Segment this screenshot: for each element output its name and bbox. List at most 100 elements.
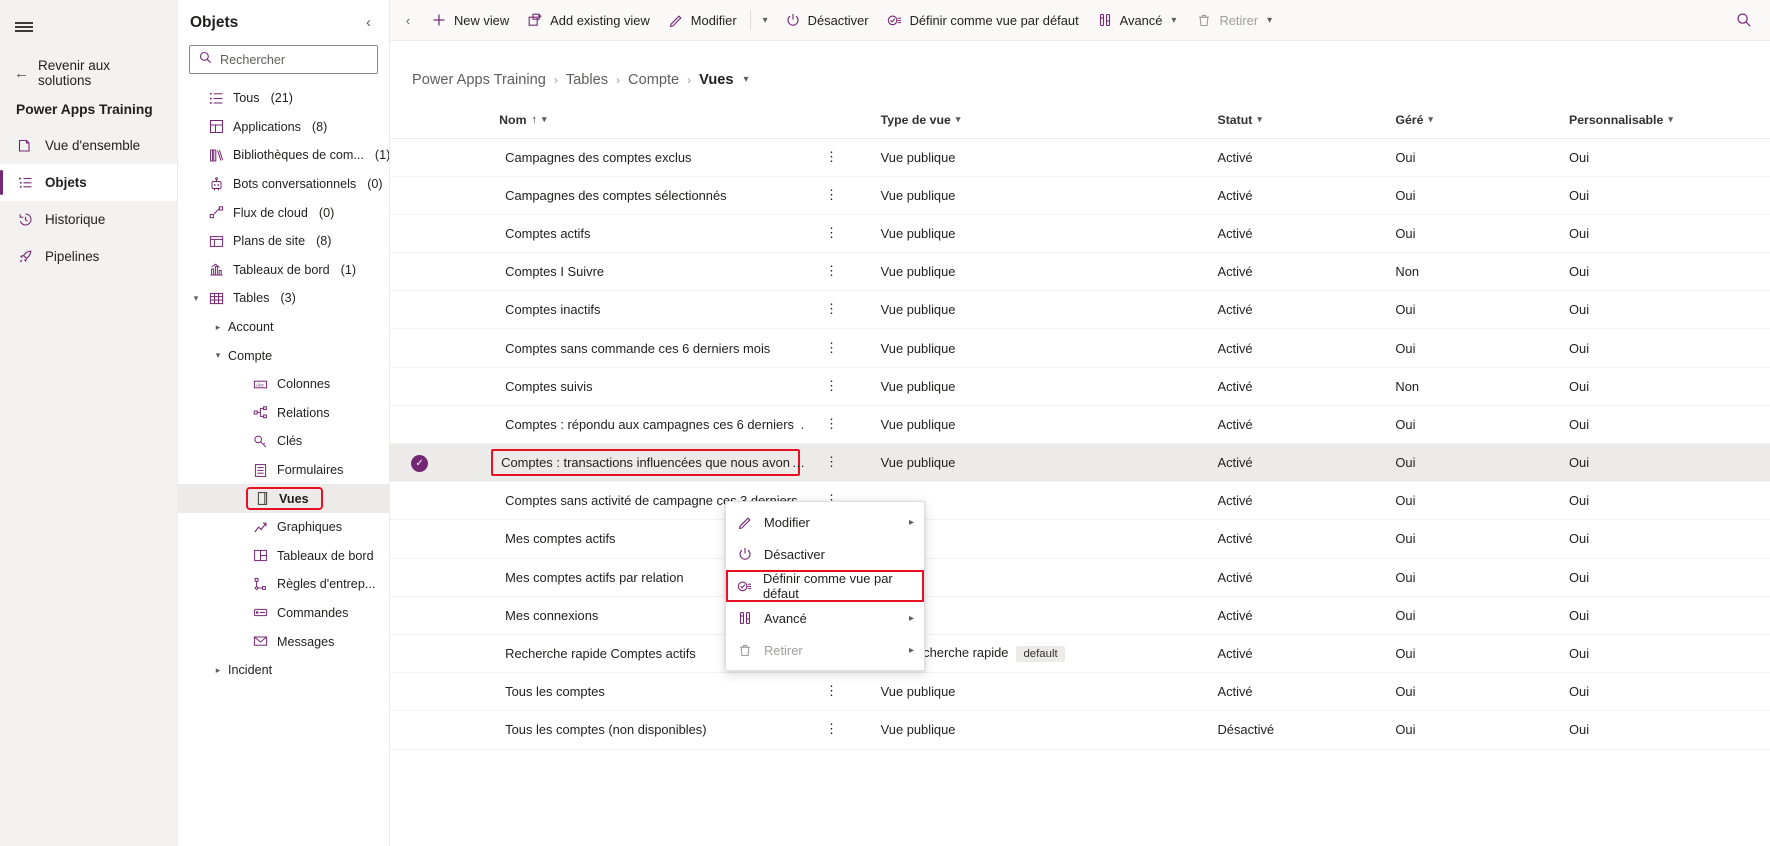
cell-nom[interactable]: Campagnes des comptes exclus: [449, 138, 804, 176]
table-row[interactable]: Comptes sans commande ces 6 derniers moi…: [390, 329, 1770, 367]
table-row[interactable]: Comptes I Suivre⋮Vue publiqueActivéNonOu…: [390, 253, 1770, 291]
more-vertical-icon[interactable]: ⋮: [804, 329, 858, 367]
view-name-link[interactable]: Tous les comptes (non disponibles): [499, 719, 712, 740]
modifier-button[interactable]: Modifier: [659, 4, 746, 37]
row-select-checkbox[interactable]: [390, 253, 449, 291]
more-vertical-icon[interactable]: ⋮: [804, 367, 858, 405]
hamburger-menu-icon[interactable]: [0, 6, 48, 48]
tree-item-formulaires[interactable]: Formulaires: [178, 456, 389, 485]
more-vertical-icon[interactable]: ⋮: [804, 405, 858, 443]
tree-item-relations[interactable]: Relations: [178, 399, 389, 428]
chevron-right-icon[interactable]: ▸: [208, 665, 228, 676]
add-existing-view-button[interactable]: Add existing view: [518, 4, 659, 37]
cell-nom[interactable]: Comptes I Suivre: [449, 253, 804, 291]
new-view-button[interactable]: New view: [422, 4, 518, 37]
menu-item-avanc[interactable]: Avancé▸: [726, 602, 924, 634]
row-select-checkbox[interactable]: [390, 214, 449, 252]
tree-item-biblioth-ques-de-com[interactable]: Bibliothèques de com...(1): [178, 141, 389, 170]
row-select-checkbox[interactable]: [390, 596, 449, 634]
more-vertical-icon[interactable]: ⋮: [804, 291, 858, 329]
tree-item-compte[interactable]: ▾Compte: [178, 341, 389, 370]
row-select-checkbox[interactable]: [390, 329, 449, 367]
view-name-link[interactable]: Comptes : transactions influencées que n…: [491, 449, 800, 476]
tree-item-commandes[interactable]: Commandes: [178, 599, 389, 628]
more-vertical-icon[interactable]: ⋮: [804, 711, 858, 749]
view-name-link[interactable]: Recherche rapide Comptes actifs: [499, 643, 702, 664]
sidebar-item-overview[interactable]: Vue d'ensemble: [0, 127, 177, 164]
objects-search-box[interactable]: [189, 45, 378, 74]
chevron-down-icon[interactable]: ▾: [208, 350, 228, 361]
more-vertical-icon[interactable]: ⋮: [804, 176, 858, 214]
view-name-link[interactable]: Comptes inactifs: [499, 299, 606, 320]
view-name-link[interactable]: Mes comptes actifs par relation: [499, 567, 689, 588]
view-name-link[interactable]: Mes comptes actifs: [499, 528, 621, 549]
header-statut[interactable]: Statut ▾: [1200, 102, 1380, 138]
tree-item-applications[interactable]: Applications(8): [178, 113, 389, 142]
view-name-link[interactable]: Campagnes des comptes sélectionnés: [499, 185, 732, 206]
tree-item-tableaux-de-bord[interactable]: Tableaux de bord(1): [178, 256, 389, 285]
more-vertical-icon[interactable]: ⋮: [804, 138, 858, 176]
search-input[interactable]: [220, 53, 368, 67]
cell-nom[interactable]: Comptes : transactions influencées que n…: [449, 444, 804, 482]
row-select-checkbox[interactable]: [390, 138, 449, 176]
cell-nom[interactable]: Comptes sans commande ces 6 derniers moi…: [449, 329, 804, 367]
breadcrumb-item-1[interactable]: Tables: [566, 72, 608, 88]
header-gere[interactable]: Géré ▾: [1379, 102, 1551, 138]
breadcrumb-item-2[interactable]: Compte: [628, 72, 679, 88]
tree-item-tous[interactable]: Tous(21): [178, 84, 389, 113]
tree-item-plans-de-site[interactable]: Plans de site(8): [178, 227, 389, 256]
cell-nom[interactable]: Comptes inactifs: [449, 291, 804, 329]
row-select-checkbox[interactable]: ✓: [390, 444, 449, 482]
global-search-icon[interactable]: [1718, 12, 1770, 28]
view-name-link[interactable]: Mes connexions: [499, 605, 604, 626]
header-select-all[interactable]: [390, 102, 449, 138]
set-default-view-button[interactable]: Définir comme vue par défaut: [878, 4, 1088, 37]
menu-item-modifier[interactable]: Modifier▸: [726, 506, 924, 538]
table-row[interactable]: Tous les comptes⋮Vue publiqueActivéOuiOu…: [390, 673, 1770, 711]
header-nom[interactable]: Nom ↑ ▾: [449, 102, 804, 138]
view-name-link[interactable]: Comptes sans commande ces 6 derniers moi…: [499, 338, 776, 359]
view-name-link[interactable]: Comptes suivis: [499, 376, 598, 397]
back-to-solutions-link[interactable]: ← Revenir aux solutions: [0, 56, 177, 90]
row-select-checkbox[interactable]: [390, 291, 449, 329]
tree-item-tableaux-de-bord[interactable]: Tableaux de bord: [178, 542, 389, 571]
chevron-down-icon[interactable]: ▾: [1428, 114, 1433, 125]
tree-item-r-gles-d-entrep[interactable]: Règles d'entrep...: [178, 570, 389, 599]
tree-item-bots-conversationnels[interactable]: Bots conversationnels(0): [178, 170, 389, 199]
tree-item-flux-de-cloud[interactable]: Flux de cloud(0): [178, 198, 389, 227]
view-name-link[interactable]: Campagnes des comptes exclus: [499, 147, 697, 168]
tree-item-tables[interactable]: ▾Tables(3): [178, 284, 389, 313]
more-vertical-icon[interactable]: ⋮: [804, 673, 858, 711]
row-select-checkbox[interactable]: [390, 711, 449, 749]
tree-item-vues[interactable]: Vues: [178, 484, 389, 513]
row-select-checkbox[interactable]: [390, 520, 449, 558]
row-select-checkbox[interactable]: [390, 673, 449, 711]
cell-nom[interactable]: Campagnes des comptes sélectionnés: [449, 176, 804, 214]
header-type-de-vue[interactable]: Type de vue ▾: [859, 102, 1200, 138]
cell-nom[interactable]: Tous les comptes (non disponibles): [449, 711, 804, 749]
row-select-checkbox[interactable]: [390, 176, 449, 214]
view-name-link[interactable]: Comptes actifs: [499, 223, 596, 244]
desactiver-button[interactable]: Désactiver: [776, 4, 878, 37]
more-vertical-icon[interactable]: ⋮: [804, 214, 858, 252]
tree-item-messages[interactable]: Messages: [178, 627, 389, 656]
sidebar-item-objets[interactable]: Objets: [0, 164, 177, 201]
chevron-down-icon[interactable]: ▾: [1668, 114, 1673, 125]
chevron-left-icon[interactable]: ‹: [362, 12, 375, 33]
row-select-checkbox[interactable]: [390, 558, 449, 596]
sidebar-item-pipelines[interactable]: Pipelines: [0, 238, 177, 275]
avance-button[interactable]: Avancé ▾: [1088, 4, 1188, 37]
table-row[interactable]: Comptes inactifs⋮Vue publiqueActivéOuiOu…: [390, 291, 1770, 329]
cell-nom[interactable]: Comptes actifs: [449, 214, 804, 252]
table-row[interactable]: Comptes sans activité de campagne ces 3 …: [390, 482, 1770, 520]
sidebar-item-historique[interactable]: Historique: [0, 201, 177, 238]
modifier-dropdown-button[interactable]: ▾: [755, 4, 776, 37]
tree-item-graphiques[interactable]: Graphiques: [178, 513, 389, 542]
chevron-down-icon[interactable]: ▾: [956, 114, 961, 125]
table-row[interactable]: Comptes actifs⋮Vue publiqueActivéOuiOui: [390, 214, 1770, 252]
table-row[interactable]: Mes comptes actifs⋮ActivéOuiOui: [390, 520, 1770, 558]
row-select-checkbox[interactable]: [390, 367, 449, 405]
menu-item-d-sactiver[interactable]: Désactiver: [726, 538, 924, 570]
header-personnalisable[interactable]: Personnalisable ▾: [1551, 102, 1770, 138]
menu-item-d-finir-comme-vue-par-d-faut[interactable]: Définir comme vue par défaut: [726, 570, 924, 602]
